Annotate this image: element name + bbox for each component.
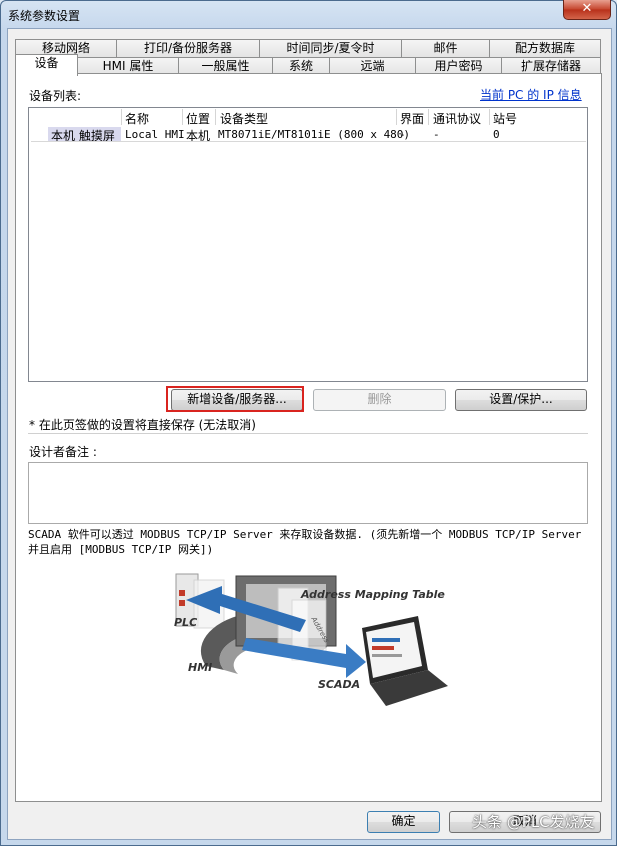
column-header-interface[interactable]: 界面 (400, 110, 424, 127)
column-divider (121, 109, 122, 125)
column-divider (182, 109, 183, 125)
delete-button[interactable]: 删除 (313, 389, 446, 411)
column-divider (396, 109, 397, 125)
column-header-name[interactable]: 名称 (125, 110, 149, 127)
column-divider (215, 109, 216, 125)
diagram-hmi-label: HMI (188, 661, 213, 674)
column-header-location[interactable]: 位置 (186, 110, 210, 127)
row-device-type: MT8071iE/MT8101iE (800 x 480) (218, 128, 411, 141)
row-name: Local HMI (125, 128, 185, 141)
scada-description: SCADA 软件可以透过 MODBUS TCP/IP Server 来存取设备数… (28, 528, 582, 556)
separator (28, 433, 588, 434)
designer-notes-label: 设计者备注 : (29, 445, 97, 459)
row-protocol: - (433, 128, 440, 141)
settings-protect-button[interactable]: 设置/保护... (455, 389, 587, 411)
diagram-scada-label: SCADA (318, 678, 361, 691)
device-list-label: 设备列表: (29, 89, 82, 103)
diagram-title: Address Mapping Table (301, 588, 445, 601)
row-station: 0 (493, 128, 500, 141)
diagram-plc-label: PLC (174, 616, 198, 629)
column-header-station[interactable]: 站号 (493, 110, 517, 127)
row-divider (31, 141, 586, 142)
column-header-device-type[interactable]: 设备类型 (220, 110, 268, 127)
column-divider (489, 109, 490, 125)
row-interface: - (399, 128, 406, 141)
red-highlight-box (166, 386, 304, 412)
column-header-protocol[interactable]: 通讯协议 (433, 110, 481, 127)
device-list[interactable] (28, 107, 588, 382)
designer-notes-textarea[interactable] (28, 462, 588, 524)
auto-save-note: * 在此页签做的设置将直接保存 (无法取消) (29, 418, 256, 432)
column-divider (428, 109, 429, 125)
ok-button[interactable]: 确定 (367, 811, 440, 833)
watermark-text: 头条 @PLC发烧友 (472, 813, 595, 831)
pc-ip-info-link[interactable]: 当前 PC 的 IP 信息 (480, 86, 582, 103)
address-mapping-diagram: Address Mapping Table PLC HMI SCADA Addr… (166, 566, 450, 712)
